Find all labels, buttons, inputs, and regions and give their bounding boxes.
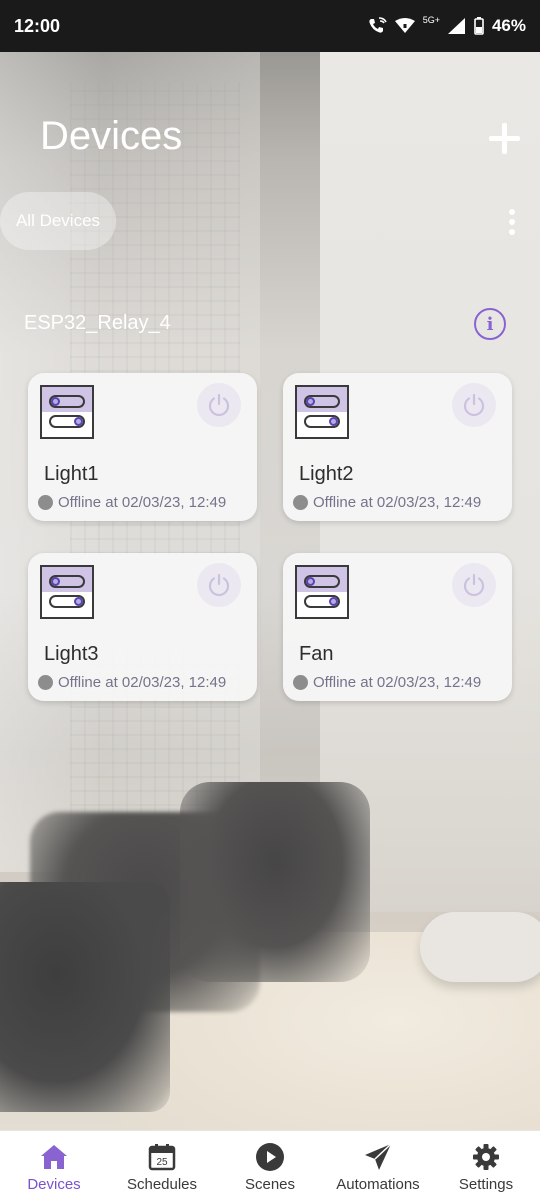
home-icon [38,1141,70,1173]
switch-device-icon [295,385,349,439]
device-status: Offline at 02/03/23, 12:49 [293,494,481,511]
gear-icon [470,1141,502,1173]
network-type: 5G+ [422,15,440,25]
device-status-text: Offline at 02/03/23, 12:49 [58,674,227,691]
device-name: Light2 [299,463,354,485]
more-vert-dot [509,219,515,225]
offline-status-dot [38,495,53,510]
info-button[interactable]: i [474,308,506,340]
background-sofa [0,882,170,1112]
bottom-navigation: Devices 25 Schedules Scenes Automations … [0,1130,540,1200]
device-name: Fan [299,643,334,665]
play-icon [254,1141,286,1173]
offline-status-dot [293,675,308,690]
power-icon [463,393,485,417]
power-button[interactable] [197,383,241,427]
switch-device-icon [40,565,94,619]
device-card-light2[interactable]: Light2 Offline at 02/03/23, 12:49 [283,373,512,521]
wifi-call-icon [369,17,387,33]
nav-scenes[interactable]: Scenes [216,1131,324,1200]
device-status-text: Offline at 02/03/23, 12:49 [58,494,227,511]
device-name: Light1 [44,463,99,485]
battery-icon [474,17,484,35]
power-button[interactable] [452,383,496,427]
page-title: Devices [40,114,183,158]
nav-label: Schedules [126,1176,198,1193]
calendar-icon: 25 [146,1141,178,1173]
more-options-button[interactable] [502,206,522,238]
background-chair [180,782,370,982]
nav-label: Devices [27,1176,81,1193]
switch-device-icon [295,565,349,619]
switch-device-icon [40,385,94,439]
status-icons: 5G+ 46% [367,15,526,36]
power-button[interactable] [197,563,241,607]
status-time: 12:00 [14,15,61,36]
power-icon [208,393,230,417]
power-icon [208,573,230,597]
signal-icon [447,18,465,34]
device-card-light1[interactable]: Light1 Offline at 02/03/23, 12:49 [28,373,257,521]
device-status: Offline at 02/03/23, 12:49 [293,674,481,691]
wifi-icon [394,18,415,33]
power-icon [463,573,485,597]
device-card-light3[interactable]: Light3 Offline at 02/03/23, 12:49 [28,553,257,701]
offline-status-dot [293,495,308,510]
background-table [420,912,540,982]
add-device-button[interactable] [486,120,522,156]
device-status-text: Offline at 02/03/23, 12:49 [313,674,482,691]
power-button[interactable] [452,563,496,607]
nav-label: Settings [458,1176,514,1193]
device-group-name: ESP32_Relay_4 [24,312,171,334]
device-card-fan[interactable]: Fan Offline at 02/03/23, 12:49 [283,553,512,701]
send-icon [362,1141,394,1173]
device-status: Offline at 02/03/23, 12:49 [38,674,226,691]
nav-settings[interactable]: Settings [432,1131,540,1200]
more-vert-dot [509,229,515,235]
nav-schedules[interactable]: 25 Schedules [108,1131,216,1200]
more-vert-icon [509,209,515,215]
info-icon: i [486,313,494,335]
filter-chip-all-devices[interactable]: All Devices [0,192,116,250]
calendar-day: 25 [156,1157,168,1168]
status-bar: 12:00 5G+ 46% [0,0,540,52]
nav-devices[interactable]: Devices [0,1131,108,1200]
device-name: Light3 [44,643,99,665]
battery-level: 46% [491,16,526,35]
device-status: Offline at 02/03/23, 12:49 [38,494,226,511]
nav-label: Scenes [244,1176,296,1193]
offline-status-dot [38,675,53,690]
device-status-text: Offline at 02/03/23, 12:49 [313,494,482,511]
nav-label: Automations [336,1176,420,1193]
nav-automations[interactable]: Automations [324,1131,432,1200]
